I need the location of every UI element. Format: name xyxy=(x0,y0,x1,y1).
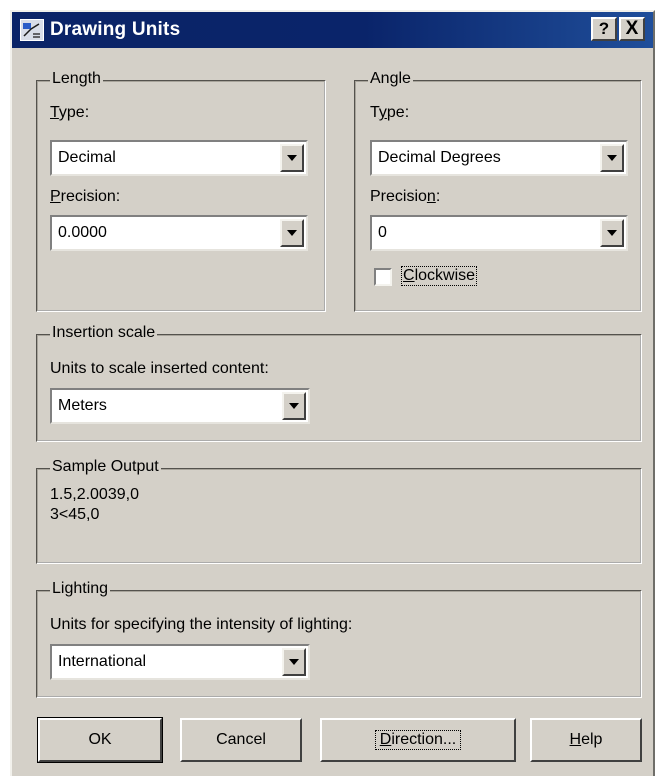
clockwise-label[interactable]: Clockwise xyxy=(400,266,478,286)
cancel-button[interactable]: Cancel xyxy=(180,718,302,762)
ok-button[interactable]: OK xyxy=(37,717,163,763)
chevron-down-icon xyxy=(287,230,297,236)
angle-legend: Angle xyxy=(368,70,413,88)
length-precision-value: 0.0000 xyxy=(58,224,107,241)
chevron-down-icon xyxy=(289,659,299,665)
chevron-down-icon xyxy=(287,155,297,161)
chevron-down-icon xyxy=(607,230,617,236)
insertion-units-select[interactable]: Meters xyxy=(50,388,310,424)
lighting-label: Units for specifying the intensity of li… xyxy=(50,616,353,633)
insertion-units-value: Meters xyxy=(58,397,107,414)
dropdown-button[interactable] xyxy=(600,144,624,172)
chevron-down-icon xyxy=(289,403,299,409)
direction-button-label: Direction... xyxy=(374,730,462,750)
length-type-select[interactable]: Decimal xyxy=(50,140,308,176)
angle-precision-select[interactable]: 0 xyxy=(370,215,628,251)
insertion-scale-group: Insertion scale Units to scale inserted … xyxy=(36,324,642,442)
question-icon: ? xyxy=(598,19,610,38)
clockwise-checkbox[interactable] xyxy=(374,268,392,286)
length-precision-select[interactable]: 0.0000 xyxy=(50,215,308,251)
drawing-units-icon xyxy=(20,19,44,41)
insertion-scale-legend: Insertion scale xyxy=(50,324,158,342)
dropdown-button[interactable] xyxy=(282,648,306,676)
angle-type-value: Decimal Degrees xyxy=(378,149,501,166)
cancel-button-label: Cancel xyxy=(216,731,266,748)
lighting-legend: Lighting xyxy=(50,580,111,598)
length-precision-label: Precision: xyxy=(50,188,121,205)
sample-output-legend: Sample Output xyxy=(50,458,161,476)
drawing-units-dialog: Drawing Units ? X Length Type: Decimal P… xyxy=(10,10,655,776)
title-bar[interactable]: Drawing Units ? X xyxy=(12,12,653,48)
chevron-down-icon xyxy=(607,155,617,161)
angle-type-label: Type: xyxy=(370,104,410,121)
insertion-scale-label: Units to scale inserted content: xyxy=(50,360,269,377)
sample-output-line-2: 3<45,0 xyxy=(50,506,100,523)
help-title-button[interactable]: ? xyxy=(591,17,617,41)
length-group: Length Type: Decimal Precision: 0.0000 xyxy=(36,70,326,312)
dropdown-button[interactable] xyxy=(280,144,304,172)
close-button[interactable]: X xyxy=(619,17,645,41)
help-button[interactable]: Help xyxy=(530,718,642,762)
length-type-label: Type: xyxy=(50,104,90,121)
angle-type-select[interactable]: Decimal Degrees xyxy=(370,140,628,176)
dropdown-button[interactable] xyxy=(600,219,624,247)
direction-button[interactable]: Direction... xyxy=(320,718,516,762)
lighting-units-select[interactable]: International xyxy=(50,644,310,680)
dialog-title: Drawing Units xyxy=(50,19,181,40)
dropdown-button[interactable] xyxy=(280,219,304,247)
help-button-label: Help xyxy=(569,731,603,748)
lighting-units-value: International xyxy=(58,653,147,670)
angle-group: Angle Type: Decimal Degrees Precision: 0… xyxy=(354,70,642,312)
angle-precision-value: 0 xyxy=(378,224,387,241)
ok-button-label: OK xyxy=(88,731,112,748)
dropdown-button[interactable] xyxy=(282,392,306,420)
length-type-value: Decimal xyxy=(58,149,116,166)
close-icon: X xyxy=(625,18,639,39)
angle-precision-label: Precision: xyxy=(370,188,441,205)
sample-output-line-1: 1.5,2.0039,0 xyxy=(50,486,139,503)
sample-output-group: Sample Output 1.5,2.0039,0 3<45,0 xyxy=(36,458,642,564)
lighting-group: Lighting Units for specifying the intens… xyxy=(36,580,642,698)
length-legend: Length xyxy=(50,70,103,88)
